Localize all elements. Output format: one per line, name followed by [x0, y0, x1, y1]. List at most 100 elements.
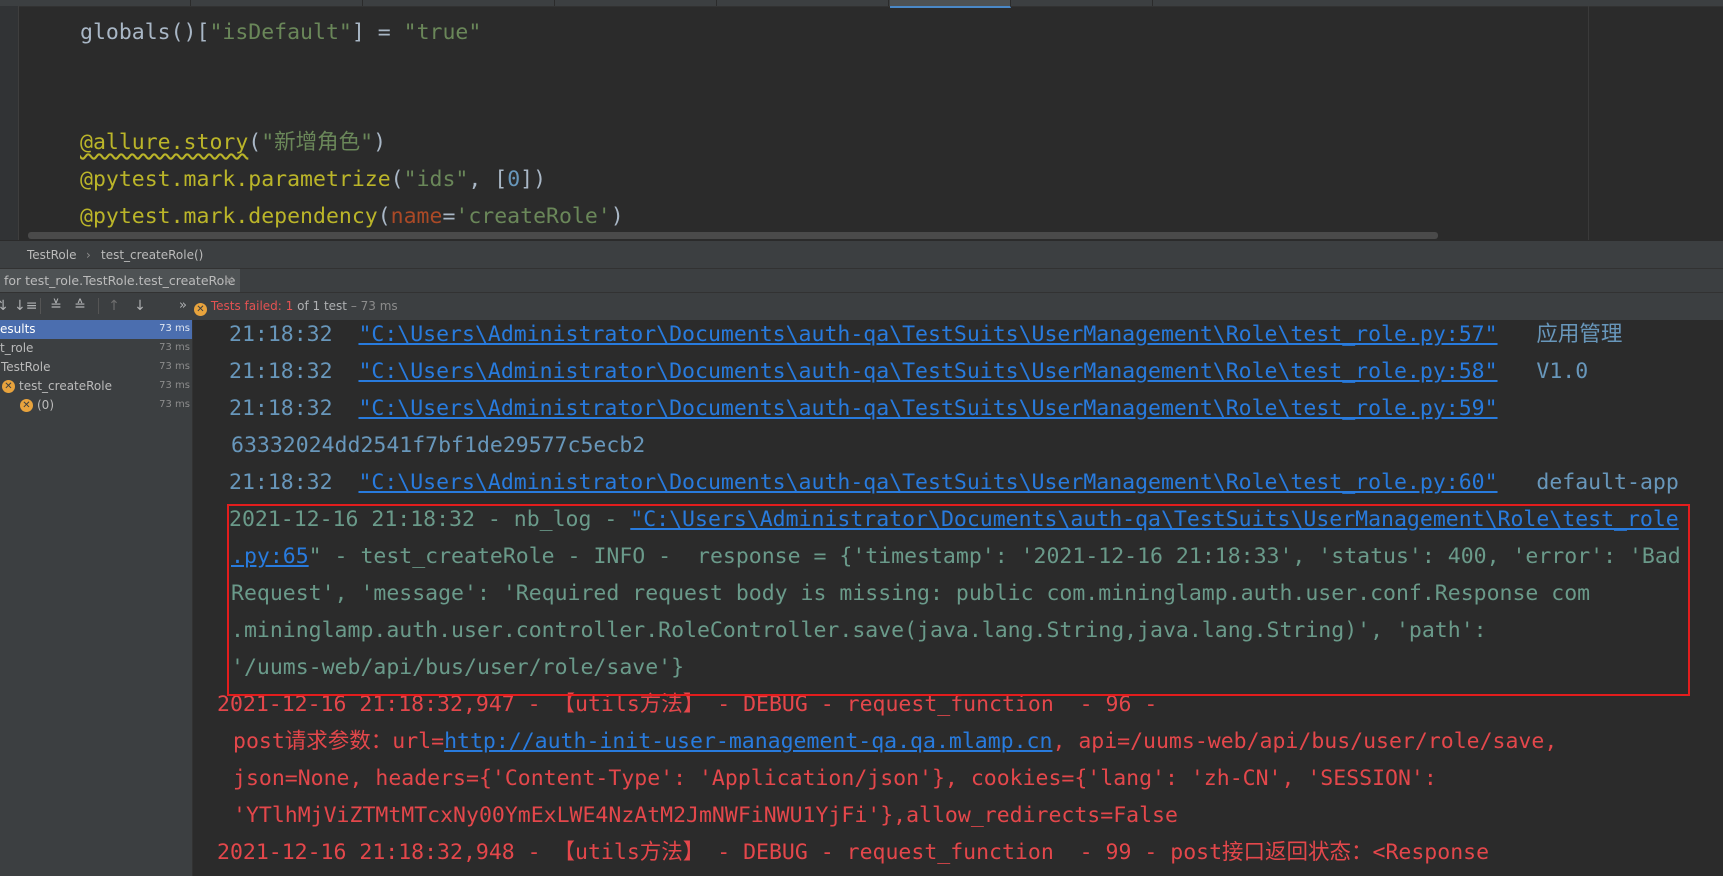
console-line: 21:18:32 "C:\Users\Administrator\Documen…: [229, 468, 1679, 498]
code-token: "ids": [403, 167, 469, 192]
editor-tab[interactable]: [192, 0, 363, 6]
code-line[interactable]: @pytest.mark.parametrize("ids", [0]): [80, 165, 546, 195]
test-results-tree: esults 73 ms t_role 73 ms TestRole 73 ms…: [0, 320, 193, 876]
file-link[interactable]: "C:\Users\Administrator\Documents\auth-q…: [358, 396, 1497, 421]
tree-item-time: 73 ms: [159, 380, 190, 391]
tree-item-param[interactable]: ✕ (0) 73 ms: [0, 396, 192, 415]
tree-item-label: esults: [0, 322, 36, 336]
code-token: 'createRole': [455, 204, 611, 229]
console-line: 63332024dd2541f7bf1de29577c5ecb2: [231, 431, 645, 461]
log-time: 21:18:32: [229, 470, 333, 495]
log-message: 'YTlhMjViZTMtMTcxNy00YmExLWE4NzAtM2JmNWF…: [233, 803, 1178, 828]
collapse-all-icon[interactable]: ≙: [71, 297, 89, 315]
editor-tab[interactable]: [556, 0, 717, 6]
expand-all-icon[interactable]: ≚: [47, 297, 65, 315]
breadcrumb-class[interactable]: TestRole: [27, 248, 77, 262]
log-message: 应用管理: [1536, 322, 1623, 347]
run-tab[interactable]: for test_role.TestRole.test_createRole ×: [0, 269, 240, 293]
editor-tab[interactable]: [364, 0, 555, 6]
tree-item-label: (0): [37, 398, 54, 412]
breadcrumb-separator: ›: [86, 248, 91, 262]
tree-item-label: test_createRole: [19, 379, 112, 393]
tree-item-results[interactable]: esults 73 ms: [0, 320, 192, 339]
console-line: json=None, headers={'Content-Type': 'App…: [233, 764, 1437, 794]
close-icon[interactable]: ×: [224, 272, 234, 287]
status-time: – 73 ms: [350, 299, 398, 313]
horizontal-scrollbar[interactable]: [28, 232, 1438, 239]
failed-icon: ✕: [2, 380, 15, 393]
run-tab-label: for test_role.TestRole.test_createRole: [4, 273, 236, 288]
previous-failed-icon[interactable]: ↑: [105, 297, 123, 315]
tree-item-label: t_role: [0, 341, 34, 355]
status-prefix: Tests failed:: [210, 299, 282, 313]
console-line: 2021-12-16 21:18:32,948 - 【utils方法】 - DE…: [217, 838, 1489, 868]
more-icon[interactable]: »: [174, 297, 192, 315]
editor-tab[interactable]: [718, 0, 889, 6]
toolbar-separator: [40, 298, 41, 314]
tree-item-time: 73 ms: [159, 361, 190, 372]
code-token: "true": [403, 20, 482, 45]
code-token: ] =: [351, 20, 404, 45]
status-count: 1: [285, 299, 294, 313]
log-message: 63332024dd2541f7bf1de29577c5ecb2: [231, 433, 646, 458]
editor-tab[interactable]: [40, 0, 191, 6]
code-token: ]): [520, 167, 547, 192]
console-line: post请求参数：url=http://auth-init-user-manag…: [233, 727, 1557, 757]
run-tab-bar: for test_role.TestRole.test_createRole ×: [0, 268, 1723, 293]
log-message: default-app: [1536, 470, 1679, 495]
code-token: (: [390, 167, 404, 192]
log-message: 2021-12-16 21:18:32,948 - 【utils方法】 - DE…: [217, 840, 1490, 865]
code-line[interactable]: @allure.story("新增角色"): [80, 128, 386, 158]
decorator-token: @pytest.mark.parametrize: [80, 167, 391, 192]
code-token: (: [248, 130, 262, 155]
breadcrumb-method[interactable]: test_createRole(): [101, 248, 203, 262]
log-time: 21:18:32: [229, 396, 333, 421]
test-runner-toolbar: ⇅ ↓≡ ≚ ≙ ↑ ↓ » ✕ Tests failed: 1 of 1 te…: [0, 292, 1723, 321]
tree-item-label: TestRole: [1, 360, 51, 374]
code-line[interactable]: globals()["isDefault"] = "true": [80, 18, 481, 48]
tree-item-time: 73 ms: [159, 342, 190, 353]
decorator-token: @pytest.mark.dependency: [80, 204, 378, 229]
sort-icon[interactable]: ⇅: [0, 297, 10, 315]
code-token: 0: [507, 167, 521, 192]
tree-item-test[interactable]: ✕ test_createRole 73 ms: [0, 377, 192, 396]
code-token: "isDefault": [209, 20, 352, 45]
code-editor[interactable]: globals()["isDefault"] = "true" @allure.…: [0, 0, 1723, 240]
console-line: 21:18:32 "C:\Users\Administrator\Documen…: [229, 357, 1588, 387]
code-token: , [: [468, 167, 508, 192]
failed-icon: ✕: [194, 303, 207, 316]
console-line: 21:18:32 "C:\Users\Administrator\Documen…: [229, 320, 1622, 350]
editor-tab[interactable]: [1012, 0, 1153, 6]
right-margin-guide: [1588, 6, 1589, 240]
log-message: , api=/uums-web/api/bus/user/role/save,: [1052, 729, 1558, 754]
highlight-annotation: [227, 504, 1690, 696]
line-gutter: [0, 6, 19, 240]
file-link[interactable]: "C:\Users\Administrator\Documents\auth-q…: [358, 359, 1497, 384]
tree-item-module[interactable]: t_role 73 ms: [0, 339, 192, 358]
editor-tab-active[interactable]: [890, 0, 1011, 8]
code-token: globals()[: [80, 20, 210, 45]
log-message: V1.0: [1536, 359, 1589, 384]
log-message: json=None, headers={'Content-Type': 'App…: [233, 766, 1437, 791]
code-line[interactable]: @pytest.mark.dependency(name='createRole…: [80, 202, 624, 232]
url-link[interactable]: http://auth-init-user-management-qa.qa.m…: [444, 729, 1052, 754]
editor-tab-strip[interactable]: [0, 0, 1723, 8]
log-time: 21:18:32: [229, 359, 333, 384]
code-token: =: [442, 204, 456, 229]
next-failed-icon[interactable]: ↓: [131, 297, 149, 315]
file-link[interactable]: "C:\Users\Administrator\Documents\auth-q…: [358, 470, 1497, 495]
tree-item-time: 73 ms: [159, 323, 190, 334]
file-link[interactable]: "C:\Users\Administrator\Documents\auth-q…: [358, 322, 1497, 347]
log-time: 21:18:32: [229, 322, 333, 347]
decorator-token: @allure.story: [80, 130, 249, 155]
sort-by-duration-icon[interactable]: ↓≡: [14, 297, 37, 315]
toolbar-separator: [98, 298, 99, 314]
tree-item-class[interactable]: TestRole 73 ms: [0, 358, 192, 377]
console-line: 'YTlhMjViZTMtMTcxNy00YmExLWE4NzAtM2JmNWF…: [233, 801, 1178, 831]
breadcrumb: TestRole › test_createRole(): [0, 240, 1723, 269]
code-token: name: [390, 204, 443, 229]
console-line: 21:18:32 "C:\Users\Administrator\Documen…: [229, 394, 1498, 424]
log-prefix: post请求参数：url=: [233, 729, 445, 754]
test-status: ✕ Tests failed: 1 of 1 test – 73 ms: [194, 299, 398, 316]
code-token: ): [373, 130, 387, 155]
